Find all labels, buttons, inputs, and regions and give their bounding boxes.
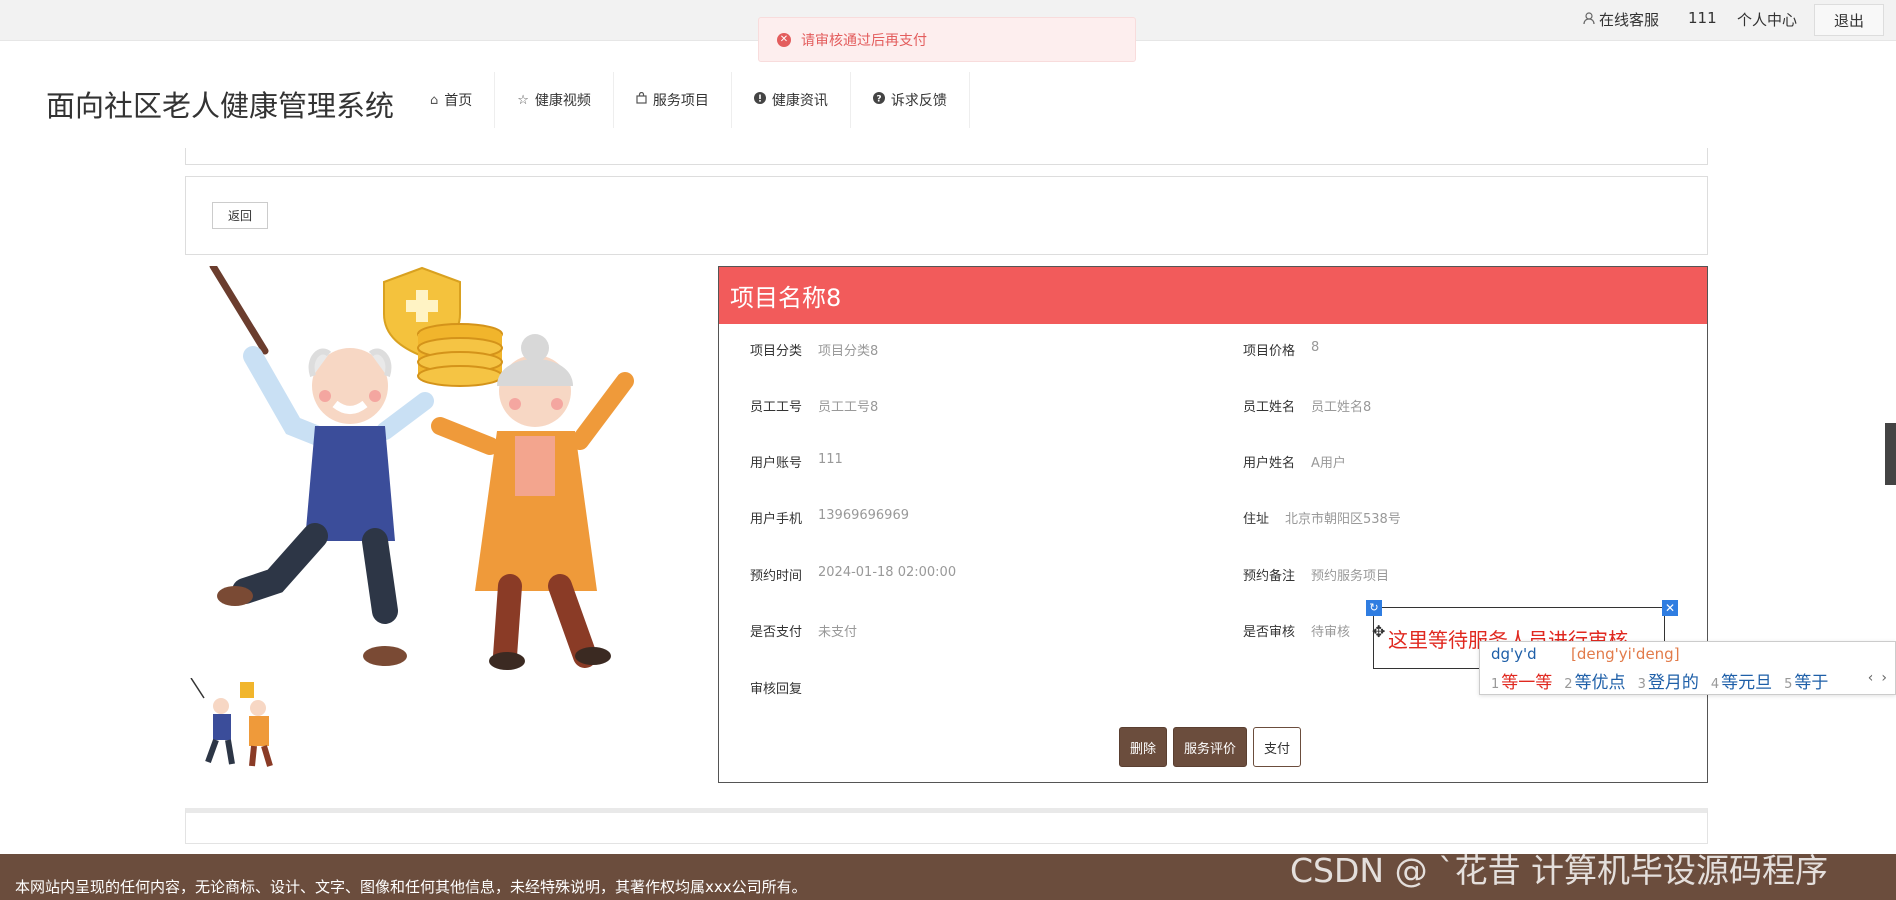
toast-message: 请审核通过后再支付 [801, 32, 927, 49]
move-icon[interactable]: ✥ [1372, 622, 1385, 641]
field-label: 是否支付 [750, 625, 803, 640]
field-label: 员工工号 [750, 400, 803, 415]
field-user-phone: 用户手机 13969696969 [750, 508, 909, 527]
service-review-button[interactable]: 服务评价 [1173, 727, 1248, 767]
field-label: 预约时间 [750, 569, 803, 584]
elderly-couple-thumbnail [188, 677, 298, 778]
nav-item-feedback[interactable]: ? 诉求反馈 [851, 72, 970, 128]
field-value: 未支付 [818, 625, 858, 640]
main-nav: ⌂ 首页 ☆ 健康视频 服务项目 健康资讯 ? 诉求反馈 [408, 72, 970, 128]
field-value: 员工姓名8 [1311, 400, 1372, 415]
nav-item-health-news[interactable]: 健康资讯 [732, 72, 851, 128]
ime-page-nav: ‹ › [1868, 670, 1887, 686]
field-appointment-time: 预约时间 2024-01-18 02:00:00 [750, 565, 956, 584]
field-address: 住址 北京市朝阳区538号 [1243, 508, 1401, 527]
ime-candidate[interactable]: 3 登月的 [1638, 668, 1699, 693]
rotate-icon[interactable]: ↻ [1366, 600, 1382, 616]
field-user-account: 用户账号 111 [750, 452, 843, 471]
nav-item-home[interactable]: ⌂ 首页 [408, 72, 496, 128]
field-value: 项目分类8 [818, 344, 879, 359]
username-label[interactable]: 111 [1688, 9, 1717, 27]
ime-candidate[interactable]: 2 等优点 [1564, 668, 1625, 693]
chevron-left-icon[interactable]: ‹ [1868, 670, 1874, 686]
bag-icon [636, 91, 647, 108]
ime-input-text: dg'y'd [1491, 645, 1537, 663]
online-service-link[interactable]: 在线客服 [1583, 9, 1659, 30]
nav-item-label: 健康视频 [534, 93, 591, 109]
field-label: 项目价格 [1243, 344, 1296, 359]
ime-pinyin: [deng'yi'deng] [1571, 645, 1680, 663]
chevron-right-icon[interactable]: › [1881, 670, 1887, 686]
elderly-couple-illustration [185, 262, 685, 686]
back-button[interactable]: 返回 [212, 202, 268, 229]
field-value: 13969696969 [818, 508, 909, 523]
field-user-name: 用户姓名 A用户 [1243, 452, 1346, 471]
pay-button[interactable]: 支付 [1253, 727, 1302, 767]
ime-candidate[interactable]: 5 等于 [1784, 668, 1828, 693]
bottom-panel [185, 808, 1708, 844]
field-label: 项目分类 [750, 344, 803, 359]
error-icon: ✕ [777, 32, 791, 47]
ime-candidate[interactable]: 4 等元旦 [1711, 668, 1772, 693]
field-value: 北京市朝阳区538号 [1285, 512, 1401, 527]
field-value: 111 [818, 452, 843, 467]
field-label: 是否审核 [1243, 625, 1296, 640]
field-review-reply: 审核回复 [750, 678, 818, 697]
field-value: 预约服务项目 [1311, 569, 1390, 584]
nav-item-label: 服务项目 [652, 93, 709, 109]
svg-text:?: ? [876, 95, 881, 105]
ime-candidates: 1 等一等 2 等优点 3 登月的 4 等元旦 5 等于 [1491, 668, 1828, 693]
nav-item-label: 诉求反馈 [890, 93, 947, 109]
field-label: 员工姓名 [1243, 400, 1296, 415]
field-label: 用户账号 [750, 456, 803, 471]
user-icon [1583, 11, 1595, 29]
field-appointment-remark: 预约备注 预约服务项目 [1243, 565, 1389, 584]
action-buttons: 删除 服务评价 支付 [1119, 727, 1302, 767]
field-label: 用户姓名 [1243, 456, 1296, 471]
nav-item-health-video[interactable]: ☆ 健康视频 [495, 72, 614, 128]
nav-item-services[interactable]: 服务项目 [614, 72, 732, 128]
field-label: 用户手机 [750, 512, 803, 527]
field-label: 审核回复 [750, 682, 803, 697]
side-float-tab[interactable] [1885, 423, 1896, 485]
online-service-label: 在线客服 [1599, 11, 1660, 29]
watermark: CSDN @ `花昔 计算机毕设源码程序 [1290, 851, 1829, 890]
logout-button[interactable]: 退出 [1814, 4, 1884, 36]
delete-button[interactable]: 删除 [1119, 727, 1168, 767]
top-divider-panel [185, 148, 1708, 165]
ime-candidate-window: dg'y'd [deng'yi'deng] 1 等一等 2 等优点 3 登月的 4 等元… [1479, 641, 1896, 695]
field-employee-name: 员工姓名 员工姓名8 [1243, 396, 1371, 415]
field-category: 项目分类 项目分类8 [750, 340, 878, 359]
field-paid: 是否支付 未支付 [750, 621, 857, 640]
nav-item-label: 首页 [444, 93, 473, 109]
field-employee-no: 员工工号 员工工号8 [750, 396, 878, 415]
field-value: 待审核 [1311, 625, 1351, 640]
field-price: 项目价格 8 [1243, 340, 1319, 359]
close-icon[interactable]: ✕ [1662, 600, 1678, 616]
service-detail-card: 项目名称8 项目分类 项目分类8 项目价格 8 员工工号 员工工号8 员工姓名 … [718, 266, 1708, 783]
site-title: 面向社区老人健康管理系统 [46, 89, 395, 123]
nav-item-label: 健康资讯 [771, 93, 828, 109]
field-label: 住址 [1243, 512, 1270, 527]
info-icon [753, 92, 766, 108]
star-icon: ☆ [517, 92, 529, 108]
field-label: 预约备注 [1243, 569, 1296, 584]
field-reviewed: 是否审核 待审核 [1243, 621, 1350, 640]
home-icon: ⌂ [430, 92, 439, 108]
personal-center-link[interactable]: 个人中心 [1737, 9, 1797, 30]
question-icon: ? [872, 92, 885, 108]
field-value: 8 [1311, 340, 1320, 355]
ime-candidate[interactable]: 1 等一等 [1491, 668, 1552, 693]
project-title: 项目名称8 [719, 267, 1707, 324]
field-value: 员工工号8 [818, 400, 879, 415]
error-toast: ✕ 请审核通过后再支付 [758, 17, 1136, 62]
field-value: 2024-01-18 02:00:00 [818, 565, 957, 580]
back-panel: 返回 [185, 176, 1708, 255]
field-value: A用户 [1311, 456, 1346, 471]
copyright-text: 本网站内呈现的任何内容，无论商标、设计、文字、图像和任何其他信息，未经特殊说明，… [15, 878, 807, 896]
